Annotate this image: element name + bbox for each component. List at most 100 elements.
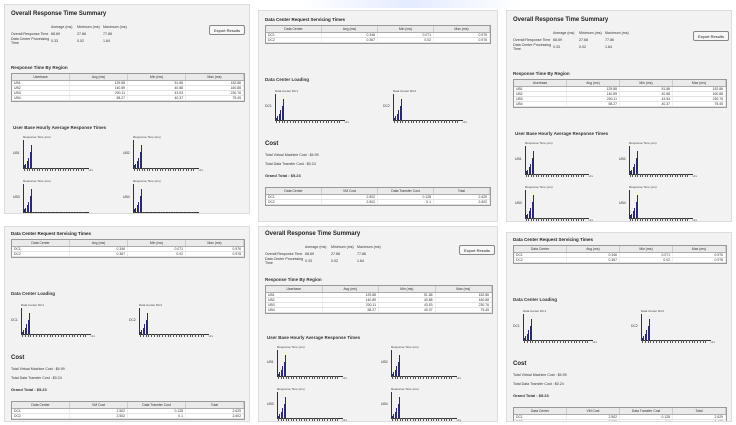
chart-ylabel: UB2	[619, 157, 626, 161]
summary-value: 77.86	[103, 31, 112, 36]
chart-xunit: Hrs	[342, 376, 347, 380]
x-tick	[654, 174, 656, 177]
x-tick	[22, 334, 23, 337]
x-tick	[558, 218, 559, 221]
table-cell: 2.502	[70, 409, 128, 413]
summary-table: Average (ms) Minimum (ms) Maximum (ms) Over…	[265, 243, 383, 265]
chart-bars	[630, 146, 639, 174]
x-tick	[410, 376, 411, 379]
x-tick	[164, 212, 166, 213]
summary-header: Minimum (ms)	[331, 244, 354, 249]
x-tick	[47, 212, 48, 213]
x-tick	[568, 340, 569, 343]
x-tick	[553, 174, 554, 177]
x-tick	[420, 418, 421, 421]
x-tick	[78, 212, 79, 213]
grand-total-label: Grand Total :	[265, 173, 290, 178]
panel-summary-1: Overall Response Time Summary Average (ms…	[4, 4, 250, 214]
x-tick	[79, 334, 81, 337]
x-tick	[647, 340, 649, 343]
table-cell: 160.88	[186, 86, 244, 90]
region-table: Userbase Avg (ms) Min (ms) Max (ms) UB1 129.8…	[265, 285, 493, 314]
x-tick	[688, 340, 690, 343]
x-tick	[321, 376, 323, 379]
dc-servicing-table-header: Data Center Avg (ms) Min (ms) Max (ms)	[266, 26, 490, 33]
x-tick	[435, 120, 436, 123]
grand-total-value: $5.23	[290, 173, 301, 178]
x-tick	[418, 120, 420, 123]
x-tick	[55, 334, 56, 337]
x-tick	[34, 212, 35, 213]
table-cell: 0.978	[186, 252, 244, 256]
x-tick	[537, 340, 539, 343]
chart-xunit: Hrs	[592, 340, 597, 344]
hourly-chart-ub2: Response Time (ms) UB2 Hrs	[123, 135, 203, 173]
x-tick	[448, 376, 450, 379]
x-tick	[41, 334, 42, 337]
x-tick	[193, 212, 194, 213]
x-tick	[49, 212, 51, 213]
cost-title: Cost	[11, 355, 25, 361]
cost-table: Data Center VM Cost Data Transfer Cost Tota…	[513, 407, 727, 421]
x-tick	[320, 120, 321, 123]
x-tick	[49, 168, 51, 171]
x-tick	[62, 212, 64, 213]
x-tick	[60, 168, 61, 171]
x-tick	[316, 418, 318, 421]
dc-loading-title: Data Center Loading	[11, 291, 56, 296]
x-tick	[334, 376, 336, 379]
column-header: Avg (ms)	[70, 240, 128, 246]
x-tick	[85, 334, 86, 337]
x-tick	[141, 212, 143, 213]
x-tick	[167, 334, 169, 337]
x-tick	[532, 340, 533, 343]
chart-x-ticks	[24, 212, 84, 213]
x-tick	[404, 418, 406, 421]
x-tick	[164, 168, 166, 171]
x-tick	[637, 218, 639, 221]
x-tick	[181, 334, 182, 337]
grand-total: Grand Total : $5.23	[513, 393, 549, 398]
x-tick	[293, 418, 295, 421]
column-header: Avg (ms)	[567, 80, 620, 86]
summary-value: 27.68	[579, 37, 588, 42]
x-tick	[433, 376, 434, 379]
x-tick	[29, 212, 30, 213]
table-cell: 0.1	[128, 414, 186, 418]
chart-title: Data Center DC1	[523, 309, 547, 313]
table-cell: 51.86	[128, 81, 186, 85]
x-tick	[559, 340, 561, 343]
table-cell: 2.629	[186, 409, 244, 413]
chart-ylabel: DC1	[513, 324, 520, 328]
export-results-button[interactable]: Export Results	[209, 25, 245, 35]
column-header: Min (ms)	[379, 286, 436, 292]
x-tick	[287, 120, 288, 123]
x-tick	[443, 418, 445, 421]
export-results-button[interactable]: Export Results	[459, 245, 495, 255]
x-tick	[319, 418, 320, 421]
x-tick	[543, 174, 544, 177]
x-tick	[407, 376, 409, 379]
x-tick	[26, 168, 28, 171]
x-tick	[435, 418, 437, 421]
table-cell: 0.128	[128, 409, 186, 413]
table-cell: 0.367	[322, 38, 378, 42]
x-tick	[316, 376, 318, 379]
summary-value: 1.64	[605, 44, 612, 49]
x-tick	[289, 120, 291, 123]
x-tick	[657, 218, 658, 221]
export-results-button[interactable]: Export Results	[693, 31, 729, 41]
x-tick	[560, 218, 562, 221]
x-tick	[309, 120, 310, 123]
x-tick	[288, 418, 289, 421]
x-tick	[175, 168, 176, 171]
table-cell: 152.86	[673, 87, 726, 91]
x-tick	[164, 334, 166, 337]
x-tick	[570, 174, 572, 177]
summary-value: 0.33	[553, 44, 560, 49]
x-tick	[156, 334, 158, 337]
x-tick	[182, 168, 184, 171]
x-tick	[24, 334, 26, 337]
column-header: Avg (ms)	[322, 26, 378, 32]
x-tick	[684, 174, 686, 177]
